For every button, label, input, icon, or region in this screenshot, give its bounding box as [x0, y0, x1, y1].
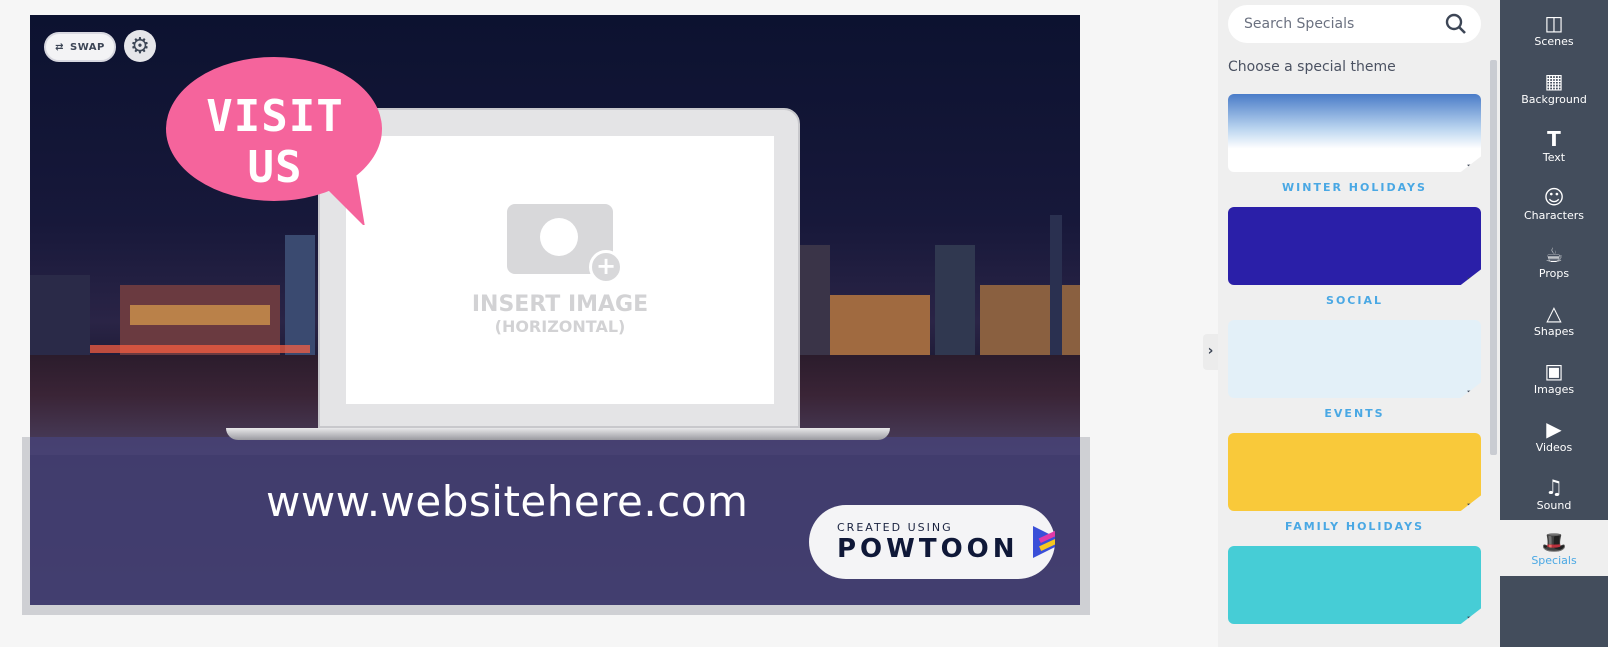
insert-image-placeholder[interactable]: + INSERT IMAGE (HORIZONTAL): [346, 136, 774, 404]
nav-label: Specials: [1531, 553, 1577, 567]
checker-icon: ▦: [1544, 68, 1564, 93]
music-icon: ♫: [1545, 474, 1563, 499]
specials-panel: Choose a special theme ▼ WINTER HOLIDAYS…: [1218, 0, 1500, 647]
side-nav: ◫ Scenes ▦ Background T Text ☺ Characters ☕ P…: [1500, 0, 1608, 647]
people-icon: ☺: [1543, 184, 1565, 209]
search-input[interactable]: [1244, 16, 1434, 32]
theme-card-events[interactable]: ▼ EVENTS: [1228, 320, 1481, 420]
nav-label: Background: [1521, 92, 1587, 106]
theme-card-characters[interactable]: ▼: [1228, 546, 1481, 624]
magic-hat-icon: 🎩: [1541, 529, 1567, 554]
swap-button[interactable]: ⇄ SWAP: [44, 32, 116, 62]
laptop-base: [226, 428, 890, 440]
dropdown-arrow-icon[interactable]: ▼: [1467, 276, 1475, 285]
laptop-mockup: + INSERT IMAGE (HORIZONTAL): [318, 108, 800, 428]
powtoon-logo-icon: [1032, 526, 1055, 558]
swap-label: SWAP: [70, 41, 105, 53]
theme-card-family-holidays[interactable]: ▼ FAMILY HOLIDAYS: [1228, 433, 1481, 533]
nav-background[interactable]: ▦ Background: [1500, 58, 1608, 116]
nav-label: Shapes: [1533, 324, 1575, 338]
search-box[interactable]: [1228, 5, 1481, 43]
nav-label: Scenes: [1534, 34, 1574, 48]
theme-label: WINTER HOLIDAYS: [1282, 181, 1427, 194]
theme-card-social[interactable]: ▼ SOCIAL: [1228, 207, 1481, 307]
settings-gear-icon[interactable]: ⚙: [124, 30, 156, 62]
insert-image-label: INSERT IMAGE: [471, 292, 649, 317]
theme-card-winter-holidays[interactable]: ▼ WINTER HOLIDAYS: [1228, 94, 1481, 194]
theme-label: EVENTS: [1324, 407, 1385, 420]
theme-label: SOCIAL: [1326, 294, 1383, 307]
images-icon: ▣: [1544, 358, 1564, 383]
panel-title: Choose a special theme: [1228, 59, 1396, 75]
nav-images[interactable]: ▣ Images: [1500, 348, 1608, 406]
nav-shapes[interactable]: △ Shapes: [1500, 290, 1608, 348]
watermark-line1: CREATED USING: [837, 520, 953, 534]
nav-label: Characters: [1523, 208, 1585, 222]
nav-characters[interactable]: ☺ Characters: [1500, 174, 1608, 232]
bubble-text[interactable]: VISIT US: [185, 91, 365, 193]
layout-icon: ◫: [1544, 10, 1564, 35]
text-icon: T: [1547, 126, 1561, 151]
briefcase-cup-icon: ☕: [1545, 242, 1563, 267]
collapse-panel-toggle[interactable]: ›: [1203, 334, 1218, 370]
dropdown-arrow-icon[interactable]: ▼: [1467, 163, 1475, 172]
nav-label: Videos: [1535, 440, 1573, 454]
nav-videos[interactable]: ▶ Videos: [1500, 406, 1608, 464]
theme-label: FAMILY HOLIDAYS: [1284, 520, 1425, 533]
theme-thumbnail: ▼: [1228, 94, 1481, 172]
swap-icon: ⇄: [55, 41, 65, 53]
play-icon: ▶: [1546, 416, 1562, 441]
nav-scenes[interactable]: ◫ Scenes: [1500, 0, 1608, 58]
stage-canvas[interactable]: ⇄ SWAP ⚙ + INSERT IMAGE (HORIZONTAL) VISI…: [30, 15, 1080, 605]
nav-specials[interactable]: 🎩 Specials: [1500, 520, 1608, 576]
website-url-text[interactable]: www.websitehere.com: [266, 477, 748, 526]
theme-thumbnail: ▼: [1228, 320, 1481, 398]
powtoon-watermark: CREATED USING POWTOON: [809, 505, 1055, 579]
nav-props[interactable]: ☕ Props: [1500, 232, 1608, 290]
nav-label: Sound: [1536, 498, 1572, 512]
dropdown-arrow-icon[interactable]: ▼: [1467, 389, 1475, 398]
nav-sound[interactable]: ♫ Sound: [1500, 464, 1608, 522]
nav-label: Props: [1538, 266, 1570, 280]
watermark-logo-text: POWTOON: [837, 533, 1019, 564]
orientation-label: (HORIZONTAL): [494, 317, 626, 336]
nav-label: Images: [1533, 382, 1575, 396]
theme-thumbnail: ▼: [1228, 433, 1481, 511]
nav-label: Text: [1542, 150, 1566, 164]
shapes-icon: △: [1546, 300, 1562, 325]
dropdown-arrow-icon[interactable]: ▼: [1467, 502, 1475, 511]
theme-thumbnail: ▼: [1228, 207, 1481, 285]
dropdown-arrow-icon[interactable]: ▼: [1467, 615, 1475, 624]
camera-plus-icon: +: [507, 204, 623, 284]
nav-text[interactable]: T Text: [1500, 116, 1608, 174]
panel-scrollbar[interactable]: [1490, 60, 1497, 455]
search-icon[interactable]: [1445, 13, 1467, 35]
theme-thumbnail: ▼: [1228, 546, 1481, 624]
